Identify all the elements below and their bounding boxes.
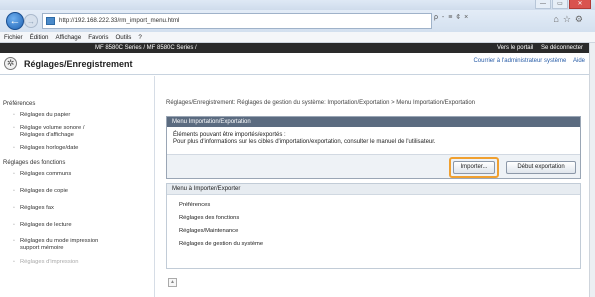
portal-links: Vers le portail Se déconnecter [491, 43, 583, 53]
sidebar-item-label: Réglages du mode impression [20, 238, 99, 244]
menu-help[interactable]: ? [138, 32, 141, 42]
home-icon[interactable]: ⌂ [553, 14, 562, 24]
device-bar: MF 8580C Series / MF 8580C Series / Vers… [0, 43, 589, 53]
bullet-icon: ▫ [13, 222, 15, 228]
page-scrollbar[interactable] [589, 43, 595, 297]
import-button[interactable]: Importer... [453, 161, 495, 174]
sidebar-item-label: Réglages de copie [20, 188, 69, 194]
portal-link[interactable]: Vers le portail [497, 45, 533, 51]
sidebar: Préférences ▫ Réglages du papier ▫ Régla… [0, 76, 155, 297]
sidebar-item-label: Réglages communs [20, 171, 72, 177]
bullet-icon: ▫ [13, 205, 15, 211]
bullet-icon: ▫ [13, 188, 15, 194]
panel-title: Menu Importation/Exportation [167, 117, 580, 127]
settings-icon: ✲ [4, 57, 17, 70]
sidebar-item-common[interactable]: ▫ Réglages communs [0, 171, 154, 178]
list-title: Menu à Importer/Exporter [167, 184, 580, 195]
menu-fichier[interactable]: Fichier [4, 32, 23, 42]
bullet-icon: ▫ [13, 145, 15, 151]
page-header: ✲ Réglages/Enregistrement Courrier à l'a… [0, 53, 589, 75]
sidebar-item-memory-print[interactable]: ▫ Réglages du mode impression support mé… [0, 238, 154, 252]
admin-links: Courrier à l'administrateur système Aide [468, 58, 585, 64]
export-button[interactable]: Début exportation [506, 161, 576, 174]
menu-edition[interactable]: Édition [30, 32, 49, 42]
list-item: Réglages de gestion du système [179, 241, 264, 247]
address-bar[interactable]: http://192.168.222.33/rm_import_menu.htm… [42, 13, 432, 29]
logout-link[interactable]: Se déconnecter [541, 45, 583, 51]
maximize-button[interactable]: ▭ [552, 0, 568, 9]
sidebar-item-label: Réglages horloge/date [20, 145, 79, 151]
import-export-panel: Menu Importation/Exportation Éléments po… [166, 116, 581, 179]
star-icon[interactable]: ☆ [563, 14, 575, 24]
page-icon [46, 17, 55, 25]
bullet-icon: ▫ [13, 125, 15, 131]
bullet-icon: ▫ [13, 238, 15, 244]
list-item: Réglages/Maintenance [179, 228, 239, 234]
sidebar-item-label: Réglages du papier [20, 112, 71, 118]
browser-address-row: ← → http://192.168.222.33/rm_import_menu… [0, 10, 595, 32]
page-top-icon[interactable]: ▲ [168, 278, 177, 287]
sidebar-item-clock[interactable]: ▫ Réglages horloge/date [0, 145, 154, 152]
device-name: MF 8580C Series / MF 8580C Series / [95, 45, 197, 51]
back-button[interactable]: ← [6, 12, 24, 30]
bullet-icon: ▫ [13, 259, 15, 265]
sidebar-item-label: Réglage volume sonore / [20, 125, 85, 131]
sidebar-item-paper[interactable]: ▫ Réglages du papier [0, 112, 154, 119]
sidebar-item-label: Réglages fax [20, 205, 54, 211]
sidebar-item-copy[interactable]: ▫ Réglages de copie [0, 188, 154, 195]
breadcrumb: Réglages/Enregistrement: Réglages de ges… [166, 100, 476, 106]
minimize-button[interactable]: — [535, 0, 551, 9]
main-content: Réglages/Enregistrement: Réglages de ges… [160, 76, 588, 297]
bullet-icon: ▫ [13, 171, 15, 177]
bullet-icon: ▫ [13, 112, 15, 118]
sidebar-item-scan[interactable]: ▫ Réglages de lecture [0, 222, 154, 229]
sidebar-section-preferences[interactable]: Préférences [0, 99, 154, 109]
sidebar-item-label-line2: support mémoire [20, 245, 64, 251]
browser-menubar: Fichier Édition Affichage Favoris Outils… [0, 32, 595, 43]
list-item: Préférences [179, 202, 211, 208]
page-title: Réglages/Enregistrement [24, 59, 133, 69]
address-url: http://192.168.222.33/rm_import_menu.htm… [59, 17, 180, 24]
address-tools[interactable]: ρ - ≡ ¢ × [434, 14, 469, 21]
close-button[interactable]: ✕ [569, 0, 591, 9]
menu-affichage[interactable]: Affichage [56, 32, 82, 42]
help-link[interactable]: Aide [573, 58, 585, 64]
panel-description-2: Pour plus d'informations sur les cibles … [173, 139, 436, 145]
import-export-list-panel: Menu à Importer/Exporter Préférences Rég… [166, 183, 581, 269]
window-controls: — ▭ ✕ [535, 0, 591, 9]
panel-description-1: Éléments pouvant être importés/exportés … [173, 132, 286, 138]
admin-mail-link[interactable]: Courrier à l'administrateur système [473, 58, 566, 64]
sidebar-item-label: Réglages d'impression [20, 259, 79, 265]
button-row: Importer... Début exportation [167, 154, 580, 178]
sidebar-item-label: Réglages de lecture [20, 222, 72, 228]
sidebar-section-functions[interactable]: Réglages des fonctions [0, 158, 154, 168]
sidebar-item-fax[interactable]: ▫ Réglages fax [0, 205, 154, 212]
list-item: Réglages des fonctions [179, 215, 240, 221]
sidebar-item-label-line2: Réglages d'affichage [20, 132, 74, 138]
forward-button[interactable]: → [24, 14, 38, 28]
browser-titlebar: — ▭ ✕ [0, 0, 595, 10]
menu-favoris[interactable]: Favoris [88, 32, 108, 42]
browser-toolbar-icons: ⌂☆⚙ [553, 14, 587, 25]
sidebar-item-print[interactable]: ▫ Réglages d'impression [0, 259, 154, 266]
gear-icon[interactable]: ⚙ [575, 14, 587, 24]
menu-outils[interactable]: Outils [115, 32, 131, 42]
sidebar-item-sound-display[interactable]: ▫ Réglage volume sonore / Réglages d'aff… [0, 125, 154, 139]
